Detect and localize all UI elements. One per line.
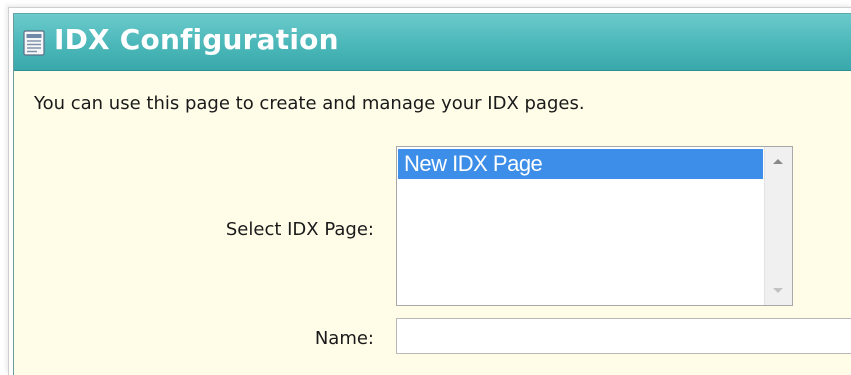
- name-label: Name:: [314, 328, 374, 349]
- document-list-icon: [23, 30, 45, 56]
- panel-header: IDX Configuration: [14, 14, 851, 71]
- scroll-up-arrow-icon[interactable]: [773, 159, 783, 164]
- select-idx-page-label: Select IDX Page:: [225, 219, 374, 240]
- idx-page-listbox[interactable]: New IDX Page: [396, 146, 793, 306]
- name-input[interactable]: [396, 318, 851, 354]
- list-item[interactable]: New IDX Page: [398, 149, 763, 179]
- listbox-scrollbar[interactable]: [764, 147, 792, 305]
- scroll-down-arrow-icon[interactable]: [773, 288, 783, 293]
- page-title: IDX Configuration: [54, 23, 339, 56]
- idx-config-panel: IDX Configuration You can use this page …: [13, 13, 851, 375]
- intro-text: You can use this page to create and mana…: [34, 93, 585, 114]
